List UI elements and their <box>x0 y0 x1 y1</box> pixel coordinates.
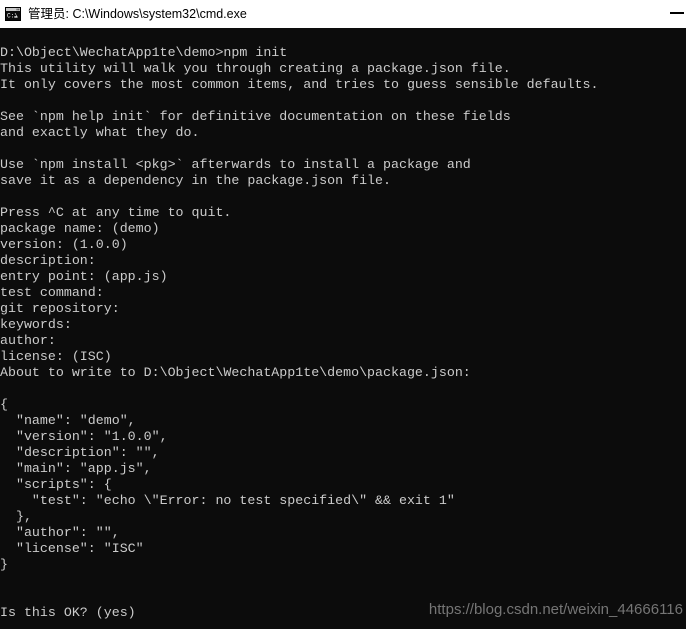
minimize-button[interactable] <box>661 0 693 26</box>
console-line: version: (1.0.0) <box>0 237 128 252</box>
console-line: See `npm help init` for definitive docum… <box>0 109 511 124</box>
console-output-area[interactable]: D:\Object\WechatApp1te\demo>npm init Thi… <box>0 28 686 629</box>
console-line: "test": "echo \"Error: no test specified… <box>0 493 455 508</box>
console-line: "name": "demo", <box>0 413 136 428</box>
console-line: "author": "", <box>0 525 120 540</box>
window-right-frame <box>686 28 693 629</box>
console-line: About to write to D:\Object\WechatApp1te… <box>0 365 471 380</box>
console-line: test command: <box>0 285 104 300</box>
minimize-icon <box>670 12 684 14</box>
console-line: description: <box>0 253 96 268</box>
window-title-label: 管理员: C:\Windows\system32\cmd.exe <box>28 7 247 21</box>
svg-text:C:\: C:\ <box>7 13 18 20</box>
console-line: author: <box>0 333 56 348</box>
cmd-console-icon: C:\ <box>5 7 21 21</box>
console-line: It only covers the most common items, an… <box>0 77 599 92</box>
window-title-bar[interactable]: C:\ 管理员: C:\Windows\system32\cmd.exe <box>0 0 693 28</box>
console-line: "version": "1.0.0", <box>0 429 168 444</box>
console-line: "license": "ISC" <box>0 541 144 556</box>
console-line: } <box>0 557 8 572</box>
console-line: Use `npm install <pkg>` afterwards to in… <box>0 157 471 172</box>
console-line: "main": "app.js", <box>0 461 152 476</box>
window-controls <box>661 0 693 26</box>
console-line: D:\Object\WechatApp1te\demo>npm init <box>0 45 288 60</box>
console-line: git repository: <box>0 301 120 316</box>
console-line: "description": "", <box>0 445 160 460</box>
console-line: package name: (demo) <box>0 221 160 236</box>
console-line: keywords: <box>0 317 72 332</box>
console-line: This utility will walk you through creat… <box>0 61 511 76</box>
console-line: "scripts": { <box>0 477 112 492</box>
console-line: { <box>0 397 8 412</box>
console-line: }, <box>0 509 32 524</box>
console-line: entry point: (app.js) <box>0 269 168 284</box>
console-line: save it as a dependency in the package.j… <box>0 173 391 188</box>
console-prompt-line: Is this OK? (yes) <box>0 605 136 620</box>
console-line: and exactly what they do. <box>0 125 200 140</box>
console-line: license: (ISC) <box>0 349 112 364</box>
console-line: Press ^C at any time to quit. <box>0 205 232 220</box>
